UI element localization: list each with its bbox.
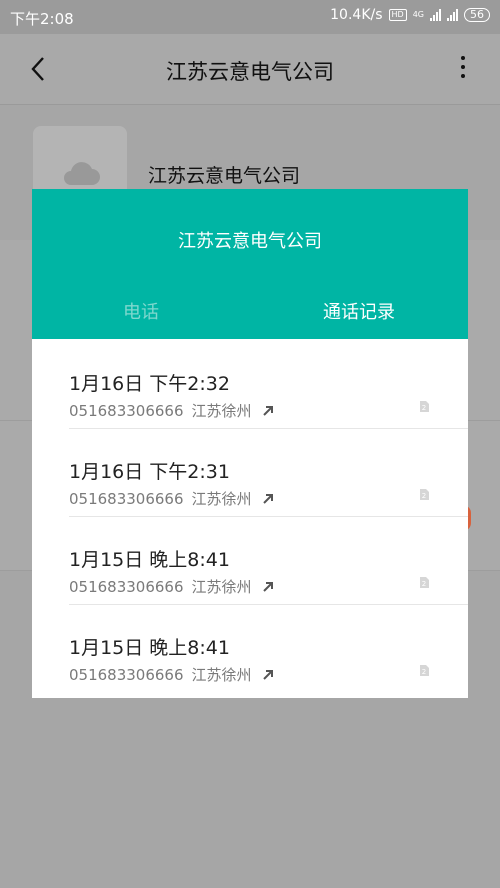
cloud-icon — [64, 162, 100, 185]
tab-call-log[interactable]: 通话记录 — [250, 298, 468, 324]
svg-text:2: 2 — [422, 668, 426, 676]
tab-phone[interactable]: 电话 — [32, 298, 250, 324]
hd-icon: HD — [388, 9, 407, 21]
sim-2-icon: 2 — [420, 577, 429, 588]
svg-text:2: 2 — [422, 580, 426, 588]
svg-text:2: 2 — [422, 492, 426, 500]
outgoing-call-icon — [262, 406, 273, 416]
call-number: 051683306666 — [69, 401, 184, 420]
call-log-item[interactable]: 1月15日 晚上8:41 051683306666 江苏徐州 2 — [69, 604, 468, 692]
outgoing-call-icon — [262, 670, 273, 680]
signal-icon-2 — [447, 9, 458, 21]
call-log-list: 1月16日 下午2:32 051683306666 江苏徐州 2 1月16日 下… — [32, 339, 468, 692]
call-datetime: 1月15日 晚上8:41 — [69, 549, 230, 571]
dialog-title: 江苏云意电气公司 — [178, 231, 322, 252]
call-location: 江苏徐州 — [191, 490, 252, 508]
net-speed: 10.4K/s — [330, 7, 383, 23]
app-bar: 江苏云意电气公司 — [0, 34, 500, 105]
svg-text:2: 2 — [422, 404, 426, 412]
sim-2-icon: 2 — [420, 401, 429, 412]
sim-2-icon: 2 — [420, 665, 429, 676]
call-datetime: 1月15日 晚上8:41 — [69, 637, 230, 659]
outgoing-call-icon — [262, 494, 273, 504]
contact-name: 江苏云意电气公司 — [148, 165, 301, 187]
call-number: 051683306666 — [69, 577, 184, 596]
call-location: 江苏徐州 — [191, 402, 252, 420]
call-log-item[interactable]: 1月16日 下午2:31 051683306666 江苏徐州 2 — [69, 428, 468, 516]
call-meta: 051683306666 江苏徐州 — [69, 576, 275, 597]
call-history-dialog: 江苏云意电气公司 电话 通话记录 1月16日 下午2:32 0516833066… — [32, 189, 468, 698]
call-meta: 051683306666 江苏徐州 — [69, 664, 275, 685]
call-location: 江苏徐州 — [191, 666, 252, 684]
call-meta: 051683306666 江苏徐州 — [69, 488, 275, 509]
page-title: 江苏云意电气公司 — [166, 60, 334, 84]
status-indicators: 10.4K/s HD 4G 56 — [330, 7, 490, 23]
call-datetime: 1月16日 下午2:31 — [69, 461, 230, 483]
dialog-header: 江苏云意电气公司 电话 通话记录 — [32, 189, 468, 339]
call-meta: 051683306666 江苏徐州 — [69, 400, 275, 421]
network-type: 4G — [412, 10, 424, 19]
call-log-item[interactable]: 1月15日 晚上8:41 051683306666 江苏徐州 2 — [69, 516, 468, 604]
status-time: 下午2:08 — [10, 10, 74, 28]
battery-icon: 56 — [464, 8, 490, 22]
status-bar: 下午2:08 10.4K/s HD 4G 56 — [0, 0, 500, 34]
call-log-item[interactable]: 1月16日 下午2:32 051683306666 江苏徐州 2 — [32, 341, 468, 428]
call-number: 051683306666 — [69, 665, 184, 684]
sim-2-icon: 2 — [420, 489, 429, 500]
more-options-icon[interactable] — [460, 56, 466, 82]
call-number: 051683306666 — [69, 489, 184, 508]
outgoing-call-icon — [262, 582, 273, 592]
call-location: 江苏徐州 — [191, 578, 252, 596]
signal-icon — [430, 9, 441, 21]
call-datetime: 1月16日 下午2:32 — [69, 373, 230, 395]
